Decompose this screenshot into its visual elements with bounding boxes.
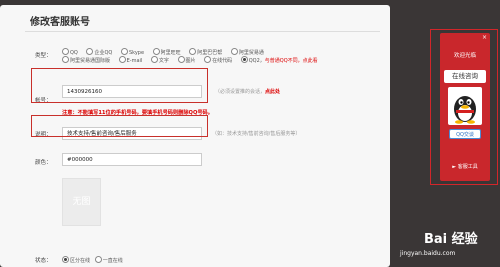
type-option-aliwangwang[interactable]: 阿里旺旺 bbox=[152, 48, 181, 56]
type-option-alibaba[interactable]: 阿里巴巴帮 bbox=[189, 48, 222, 56]
type-option-trademanager[interactable]: 阿里贸易通 bbox=[230, 48, 264, 56]
widget-footer[interactable]: ► 客服工具 bbox=[440, 163, 490, 170]
type-option-trademanager-intl[interactable]: 阿里贸易通国际版 bbox=[62, 56, 110, 64]
qq2-note-link[interactable]: 与普通QQ不同，点此看 bbox=[265, 58, 318, 64]
account-highlight-box bbox=[31, 68, 208, 103]
account-hint-link[interactable]: 点此处 bbox=[265, 89, 280, 95]
color-input[interactable]: #000000 bbox=[62, 153, 202, 166]
color-label: 颜色： bbox=[35, 160, 52, 166]
status-option-distinguish[interactable]: 区分在线 bbox=[62, 256, 90, 264]
status-label: 状态： bbox=[35, 258, 52, 264]
description-hint: （如：技术支持/售前咨询/售后服务等） bbox=[212, 131, 301, 137]
title-divider bbox=[25, 31, 380, 32]
radio-icon bbox=[118, 56, 126, 63]
radio-icon bbox=[62, 56, 69, 63]
watermark-text: Bai 经验 bbox=[424, 232, 478, 247]
radio-icon bbox=[189, 48, 197, 55]
type-option-text[interactable]: 文字 bbox=[150, 56, 169, 64]
radio-icon bbox=[94, 256, 102, 263]
type-option-qq[interactable]: QQ bbox=[62, 48, 78, 56]
type-option-skype[interactable]: Skype bbox=[120, 48, 144, 56]
baidu-watermark: Bai 经验 jingyan.baidu.com bbox=[394, 228, 500, 264]
radio-icon bbox=[204, 56, 212, 63]
page-title: 修改客服账号 bbox=[30, 17, 90, 28]
watermark-url: jingyan.baidu.com bbox=[400, 250, 456, 257]
radio-icon bbox=[152, 48, 160, 55]
radio-icon bbox=[62, 256, 69, 263]
image-placeholder[interactable]: 无图 bbox=[62, 178, 101, 226]
radio-icon bbox=[230, 48, 238, 55]
qq-penguin-icon bbox=[448, 87, 482, 125]
type-option-enterprise-qq[interactable]: 企业QQ bbox=[86, 48, 112, 56]
type-option-qq2[interactable]: QQ2，与普通QQ不同，点此看 bbox=[240, 56, 318, 64]
description-highlight-box bbox=[31, 115, 208, 137]
radio-icon bbox=[150, 56, 158, 63]
status-option-always-online[interactable]: 一直在线 bbox=[94, 256, 123, 264]
radio-icon bbox=[120, 48, 128, 55]
radio-icon bbox=[240, 56, 248, 63]
type-option-code[interactable]: 在线代码 bbox=[204, 56, 232, 64]
type-radio-group: QQ 企业QQ Skype 阿里旺旺 阿里巴巴帮 阿里贸易通 阿里贸易通国际版 … bbox=[62, 48, 337, 64]
type-option-email[interactable]: E-mail bbox=[118, 56, 142, 64]
customer-service-widget: 欢迎光临 × 在线咨询 QQ交谈 ► 客服工具 bbox=[440, 33, 490, 181]
account-hint: （必须设置推的会话，点此处 bbox=[215, 89, 281, 95]
radio-icon bbox=[62, 48, 69, 55]
close-icon[interactable]: × bbox=[482, 34, 487, 41]
radio-icon bbox=[177, 56, 185, 63]
type-option-image[interactable]: 图片 bbox=[177, 56, 196, 64]
status-radio-group: 区分在线 一直在线 bbox=[62, 256, 123, 264]
type-label: 类型： bbox=[35, 53, 52, 59]
radio-icon bbox=[86, 48, 94, 55]
qq-chat-button[interactable]: QQ交谈 bbox=[449, 129, 481, 139]
online-consult-button[interactable]: 在线咨询 bbox=[444, 70, 486, 83]
